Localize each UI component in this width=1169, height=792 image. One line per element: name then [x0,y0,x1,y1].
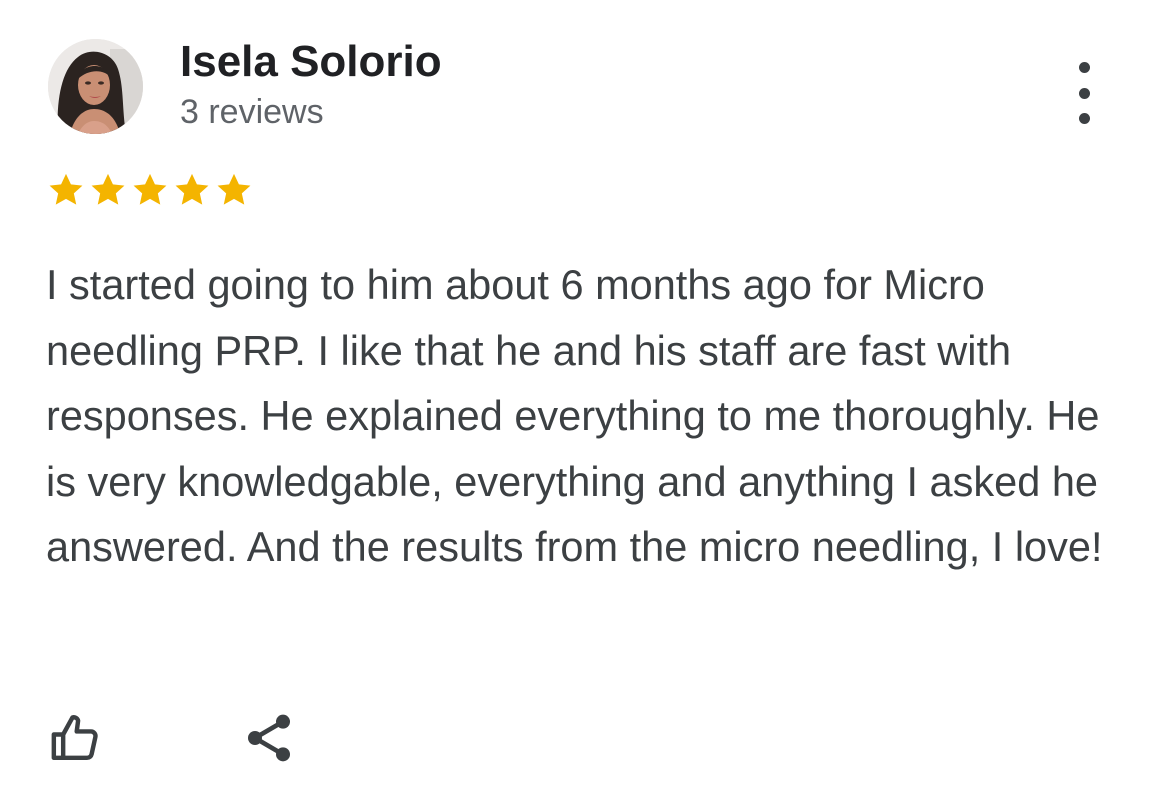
reviewer-review-count[interactable]: 3 reviews [180,92,324,132]
share-button[interactable] [239,708,299,768]
star-icon [217,173,251,205]
share-icon [248,714,290,762]
thumbs-up-icon [51,715,98,761]
like-button[interactable] [46,708,106,768]
star-icon [91,173,125,205]
more-vert-icon-dot [1078,113,1090,124]
review-text: I started going to him about 6 months ag… [46,261,1103,570]
more-vert-icon-dot [1078,87,1090,99]
more-options-button[interactable] [1062,62,1106,124]
reviewer-name[interactable]: Isela Solorio [180,37,442,87]
star-icon [49,173,83,205]
review-card: Isela Solorio 3 reviews I started going … [0,0,1169,792]
star-icon [133,173,167,205]
avatar-photo [48,39,143,134]
more-vert-icon-dot [1078,62,1090,73]
star-rating [46,170,254,212]
star-icon [175,173,209,205]
reviewer-avatar[interactable] [48,39,143,134]
